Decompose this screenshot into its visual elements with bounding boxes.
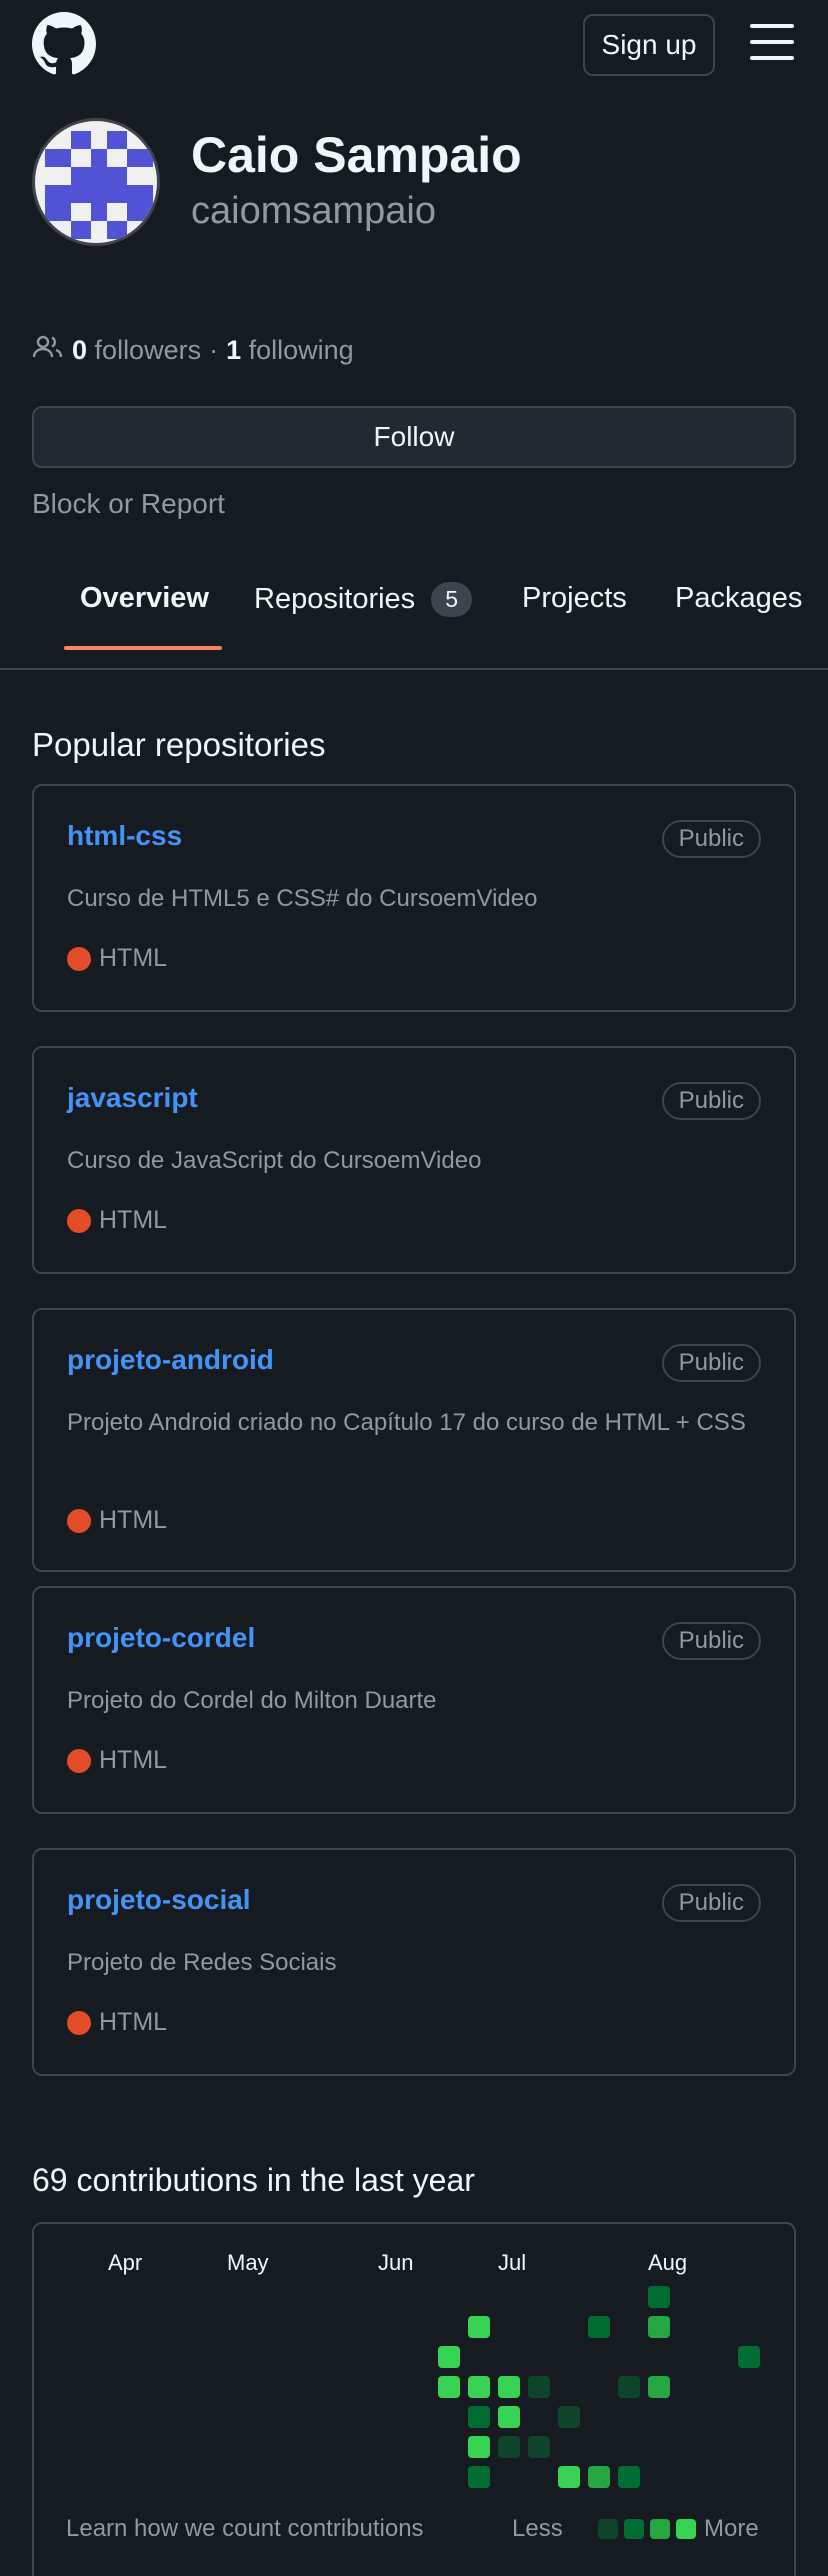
visibility-badge: Public [661,1884,761,1922]
contribution-day[interactable] [468,2376,490,2398]
contribution-day[interactable] [528,2376,550,2398]
repo-description: Projeto Android criado no Capítulo 17 do… [67,1409,746,1436]
language-color-dot [67,1508,91,1533]
language-color-dot [67,1208,91,1233]
separator: · [209,335,219,365]
repo-name-link[interactable]: projeto-android [67,1344,274,1376]
sign-up-button[interactable]: Sign up [583,14,715,76]
github-logo-icon[interactable] [32,12,96,76]
repo-language: HTML [67,944,167,973]
visibility-badge: Public [661,820,761,858]
repo-name-link[interactable]: javascript [67,1082,198,1114]
learn-contributions-link[interactable]: Learn how we count contributions [66,2515,424,2543]
visibility-badge: Public [661,1082,761,1120]
contribution-day[interactable] [648,2376,670,2398]
contribution-day[interactable] [558,2406,580,2428]
tab-packages[interactable]: Packages [675,582,802,615]
legend-level-2 [624,2519,644,2539]
contribution-day[interactable] [588,2466,610,2488]
contribution-day[interactable] [468,2436,490,2458]
repo-card: javascript Public Curso de JavaScript do… [32,1046,796,1274]
people-icon [32,334,64,367]
legend-level-1 [598,2519,618,2539]
month-label: Jul [498,2250,527,2275]
contribution-day[interactable] [528,2436,550,2458]
profile-login: caiomsampaio [191,190,436,232]
tab-projects[interactable]: Projects [522,582,627,615]
visibility-badge: Public [661,1622,761,1660]
repo-card: projeto-cordel Public Projeto do Cordel … [32,1586,796,1814]
contribution-day[interactable] [498,2436,520,2458]
repo-name-link[interactable]: projeto-social [67,1884,251,1916]
language-color-dot [67,946,91,971]
hamburger-menu-icon[interactable] [750,24,794,64]
followers-row: 0 followers · 1 following [32,334,354,367]
legend-more-label: More [704,2515,759,2542]
repo-description: Curso de JavaScript do CursoemVideo [67,1147,482,1174]
contributions-title: 69 contributions in the last year [32,2162,475,2198]
repo-name-link[interactable]: html-css [67,820,182,852]
contribution-day[interactable] [618,2466,640,2488]
contribution-day[interactable] [498,2406,520,2428]
popular-repositories-title: Popular repositories [32,726,326,763]
following-link[interactable]: 1 following [226,335,354,366]
followers-link[interactable]: 0 followers [72,335,201,366]
month-label: May [227,2250,269,2275]
block-or-report-link[interactable]: Block or Report [32,488,225,520]
tab-repositories[interactable]: Repositories 5 [254,582,472,617]
contribution-day[interactable] [438,2376,460,2398]
legend-level-4 [676,2519,696,2539]
tab-overview[interactable]: Overview [80,582,209,615]
contribution-day[interactable] [648,2286,670,2308]
contribution-day[interactable] [588,2316,610,2338]
repo-card: projeto-android Public Projeto Android c… [32,1308,796,1572]
avatar [32,118,160,246]
repo-language: HTML [67,2008,167,2037]
contribution-day[interactable] [468,2406,490,2428]
contribution-day[interactable] [618,2376,640,2398]
repo-name-link[interactable]: projeto-cordel [67,1622,255,1654]
contribution-day[interactable] [468,2316,490,2338]
repo-language: HTML [67,1746,167,1775]
month-label: Apr [108,2250,143,2275]
repositories-counter: 5 [431,582,472,617]
month-label: Aug [648,2250,688,2275]
month-label: Jun [378,2250,414,2275]
active-tab-indicator [64,646,222,650]
repo-language: HTML [67,1206,167,1235]
contribution-day[interactable] [738,2346,760,2368]
follow-button[interactable]: Follow [32,406,796,468]
contribution-day[interactable] [498,2376,520,2398]
language-color-dot [67,1748,91,1773]
repo-language: HTML [67,1506,167,1535]
profile-tabs: Overview Repositories 5 Projects Packages [0,560,828,670]
legend-level-3 [650,2519,670,2539]
contribution-day[interactable] [468,2466,490,2488]
legend-less-label: Less [512,2515,563,2542]
contribution-day[interactable] [558,2466,580,2488]
repo-card: projeto-social Public Projeto de Redes S… [32,1848,796,2076]
contribution-day[interactable] [438,2346,460,2368]
repo-description: Projeto do Cordel do Milton Duarte [67,1687,437,1714]
language-color-dot [67,2010,91,2035]
repo-description: Projeto de Redes Sociais [67,1949,337,1976]
visibility-badge: Public [661,1344,761,1382]
profile-name: Caio Sampaio [191,127,522,183]
repo-description: Curso de HTML5 e CSS# do CursoemVideo [67,885,538,912]
contribution-day[interactable] [648,2316,670,2338]
repo-card: html-css Public Curso de HTML5 e CSS# do… [32,784,796,1012]
